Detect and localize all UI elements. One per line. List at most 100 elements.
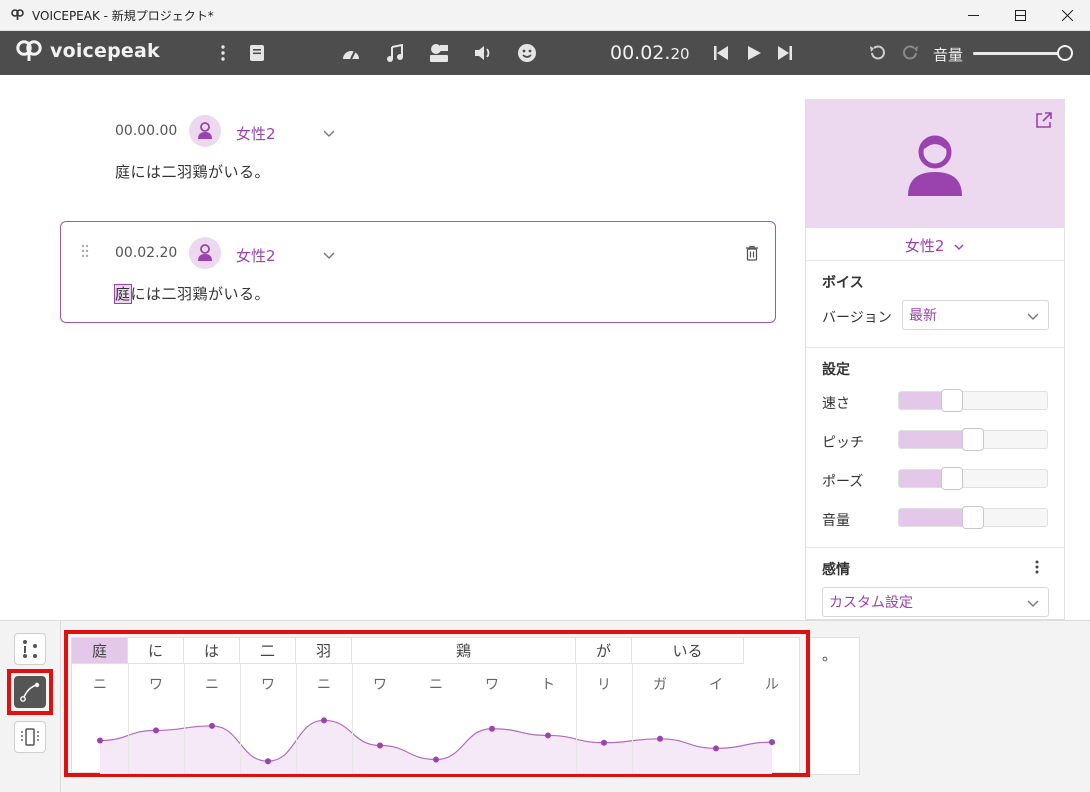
redo-icon[interactable] bbox=[900, 42, 922, 64]
pitch-point[interactable] bbox=[713, 745, 719, 752]
word-divider bbox=[632, 664, 633, 774]
pitch-point[interactable] bbox=[657, 735, 663, 742]
skip-previous-icon[interactable] bbox=[710, 42, 732, 64]
volume-slider[interactable] bbox=[898, 506, 1048, 529]
volume-speaker-icon[interactable] bbox=[472, 42, 494, 64]
chevron-down-icon bbox=[1027, 600, 1039, 607]
word-divider bbox=[128, 664, 129, 774]
word-cell[interactable]: 二 bbox=[240, 638, 296, 664]
pitch-point[interactable] bbox=[209, 722, 215, 729]
word-cell[interactable]: 羽 bbox=[296, 638, 352, 664]
word-divider bbox=[240, 664, 241, 774]
pitch-slider[interactable] bbox=[898, 428, 1048, 451]
speech-block-selected[interactable]: 00.02.20 女性2 庭には二羽鶏がいる。 bbox=[60, 221, 776, 323]
skip-next-icon[interactable] bbox=[774, 42, 796, 64]
dots-pattern-icon bbox=[23, 640, 37, 658]
undo-icon[interactable] bbox=[866, 42, 888, 64]
dictionary-book-icon[interactable] bbox=[246, 42, 268, 64]
pitch-area bbox=[100, 720, 772, 774]
window-title: VOICEPEAK - 新規プロジェクト* bbox=[32, 8, 214, 23]
open-external-icon[interactable] bbox=[1035, 112, 1052, 129]
master-volume-knob[interactable] bbox=[1057, 45, 1073, 61]
pitch-point[interactable] bbox=[601, 739, 607, 746]
settings-section-title: 設定 bbox=[822, 362, 850, 378]
logo: voicepeak bbox=[16, 40, 160, 62]
word-cell[interactable]: いる bbox=[632, 638, 744, 664]
speaker-name[interactable]: 女性2 bbox=[236, 245, 276, 266]
pitch-point[interactable] bbox=[433, 756, 439, 763]
bracket-select-icon bbox=[21, 728, 39, 746]
pitch-point[interactable] bbox=[265, 758, 271, 765]
chevron-down-icon bbox=[1027, 313, 1039, 320]
person-icon bbox=[198, 244, 212, 261]
emotion-section-title: 感情 bbox=[822, 562, 850, 578]
voice-manager-icon[interactable] bbox=[428, 42, 450, 64]
pause-length-tool[interactable] bbox=[14, 721, 46, 753]
chevron-down-icon[interactable] bbox=[322, 126, 336, 140]
block-text[interactable]: 庭には二羽鶏がいる。 bbox=[115, 161, 270, 182]
chevron-down-icon[interactable] bbox=[322, 248, 336, 262]
app-icon bbox=[10, 8, 24, 22]
emotion-smiley-icon[interactable] bbox=[516, 42, 538, 64]
window-titlebar: VOICEPEAK - 新規プロジェクト* bbox=[0, 0, 1090, 31]
pitch-point[interactable] bbox=[489, 725, 495, 732]
pitch-point[interactable] bbox=[545, 732, 551, 739]
pitch-label: ピッチ bbox=[822, 435, 864, 451]
word-cell[interactable]: が bbox=[576, 638, 632, 664]
pitch-point[interactable] bbox=[769, 739, 775, 746]
maximize-button[interactable] bbox=[997, 0, 1043, 31]
word-divider bbox=[576, 664, 577, 774]
pitch-curve-tool[interactable] bbox=[14, 676, 46, 708]
more-vert-icon[interactable] bbox=[1035, 560, 1039, 574]
punctuation-cell: 。 bbox=[810, 637, 860, 775]
tuner-divider bbox=[60, 621, 61, 792]
speaker-avatar bbox=[189, 237, 221, 269]
pitch-point[interactable] bbox=[377, 742, 383, 749]
speaker-name[interactable]: 女性2 bbox=[236, 123, 276, 144]
speech-block[interactable]: 00.00.00 女性2 庭には二羽鶏がいる。 bbox=[0, 75, 790, 195]
voice-name-select[interactable]: 女性2 bbox=[806, 235, 1064, 256]
speed-gauge-icon[interactable] bbox=[340, 42, 362, 64]
pitch-point[interactable] bbox=[97, 737, 103, 744]
pitch-point[interactable] bbox=[153, 727, 159, 734]
cursor-highlight: 庭 bbox=[114, 284, 132, 304]
curve-icon bbox=[20, 682, 40, 702]
play-icon[interactable] bbox=[743, 42, 765, 64]
trash-icon[interactable] bbox=[745, 245, 759, 261]
word-divider bbox=[352, 664, 353, 774]
speed-label: 速さ bbox=[822, 396, 850, 412]
phoneme-tuner: 庭には二羽鶏がいる ニワニワニワニワトリガイル 。 bbox=[0, 620, 1090, 792]
close-button[interactable] bbox=[1044, 0, 1090, 31]
drag-handle-icon[interactable] bbox=[81, 244, 89, 258]
emotion-select[interactable]: カスタム設定 bbox=[822, 587, 1049, 617]
voice-hero bbox=[806, 100, 1064, 228]
voice-settings-panel: 女性2 ボイス バージョン 最新 設定 速さ ピッチ ポーズ 音量 感情 カスタ… bbox=[805, 99, 1065, 620]
block-text[interactable]: 庭には二羽鶏がいる。 bbox=[114, 283, 270, 304]
master-volume-slider[interactable] bbox=[973, 52, 1065, 55]
block-time: 00.00.00 bbox=[115, 123, 178, 139]
word-cell[interactable]: は bbox=[184, 638, 240, 664]
pause-slider[interactable] bbox=[898, 467, 1048, 490]
minimize-button[interactable] bbox=[950, 0, 996, 31]
logo-text: voicepeak bbox=[50, 40, 160, 62]
person-icon bbox=[198, 122, 212, 139]
version-select[interactable]: 最新 bbox=[902, 300, 1049, 330]
word-cell[interactable]: 庭 bbox=[72, 638, 128, 664]
phoneme-length-tool[interactable] bbox=[14, 633, 46, 665]
word-cell[interactable]: に bbox=[128, 638, 184, 664]
pitch-curve-graph[interactable] bbox=[72, 664, 801, 774]
voice-section-title: ボイス bbox=[822, 275, 864, 291]
speed-slider[interactable] bbox=[898, 389, 1048, 412]
music-note-icon[interactable] bbox=[384, 42, 406, 64]
pitch-point[interactable] bbox=[321, 717, 327, 724]
playback-time: 00.02.20 bbox=[610, 42, 690, 64]
block-time: 00.02.20 bbox=[115, 245, 178, 261]
version-label: バージョン bbox=[822, 310, 892, 326]
word-divider bbox=[184, 664, 185, 774]
word-divider bbox=[296, 664, 297, 774]
more-vert-icon[interactable] bbox=[212, 42, 234, 64]
pause-label: ポーズ bbox=[822, 474, 864, 490]
phoneme-grid[interactable]: 庭には二羽鶏がいる ニワニワニワニワトリガイル bbox=[71, 637, 801, 774]
word-cell[interactable]: 鶏 bbox=[352, 638, 576, 664]
master-volume-label: 音量 bbox=[933, 46, 964, 64]
